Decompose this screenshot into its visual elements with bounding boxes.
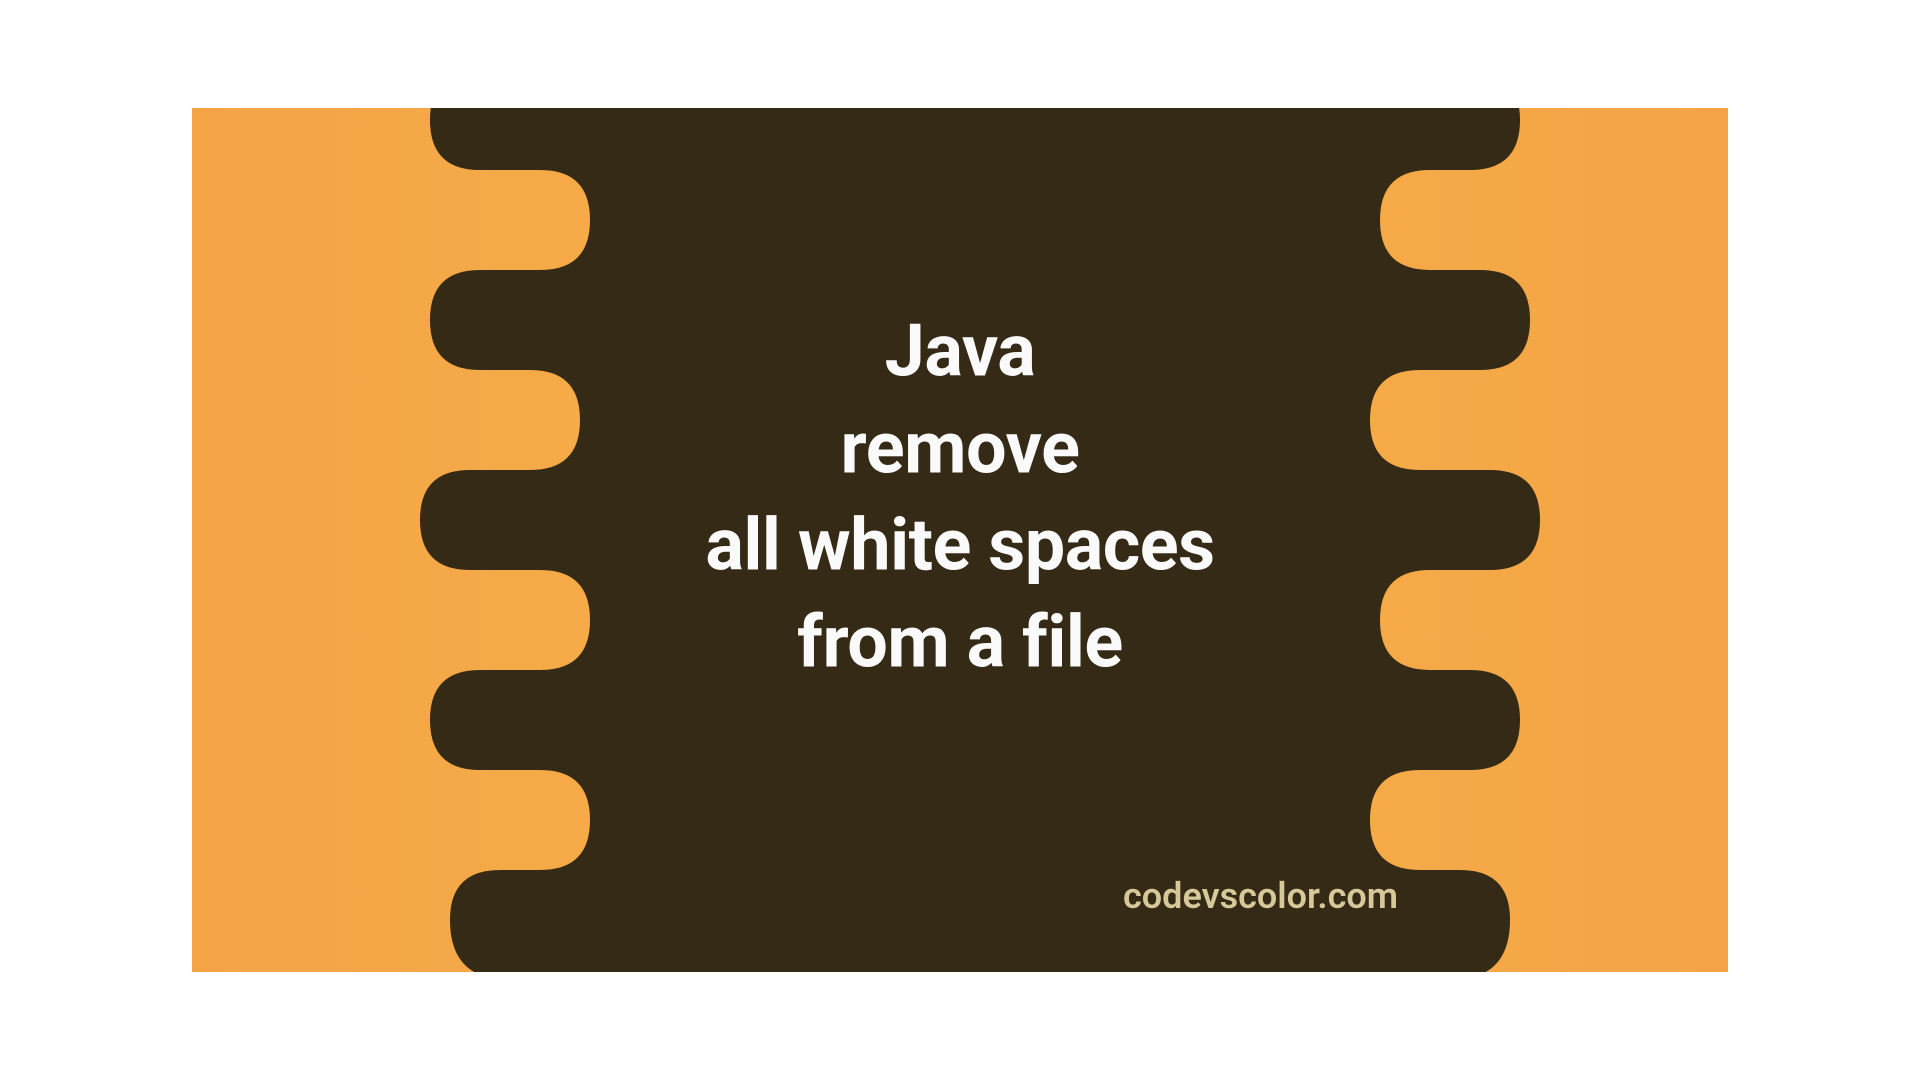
title-container: Java remove all white spaces from a file <box>192 302 1728 691</box>
title-line-1: Java <box>192 302 1728 399</box>
title-line-3: all white spaces <box>192 497 1728 594</box>
title-text: Java remove all white spaces from a file <box>192 302 1728 691</box>
title-line-4: from a file <box>192 594 1728 691</box>
title-line-2: remove <box>192 400 1728 497</box>
credit-text: codevscolor.com <box>1123 875 1398 917</box>
banner-graphic: Java remove all white spaces from a file… <box>192 108 1728 972</box>
